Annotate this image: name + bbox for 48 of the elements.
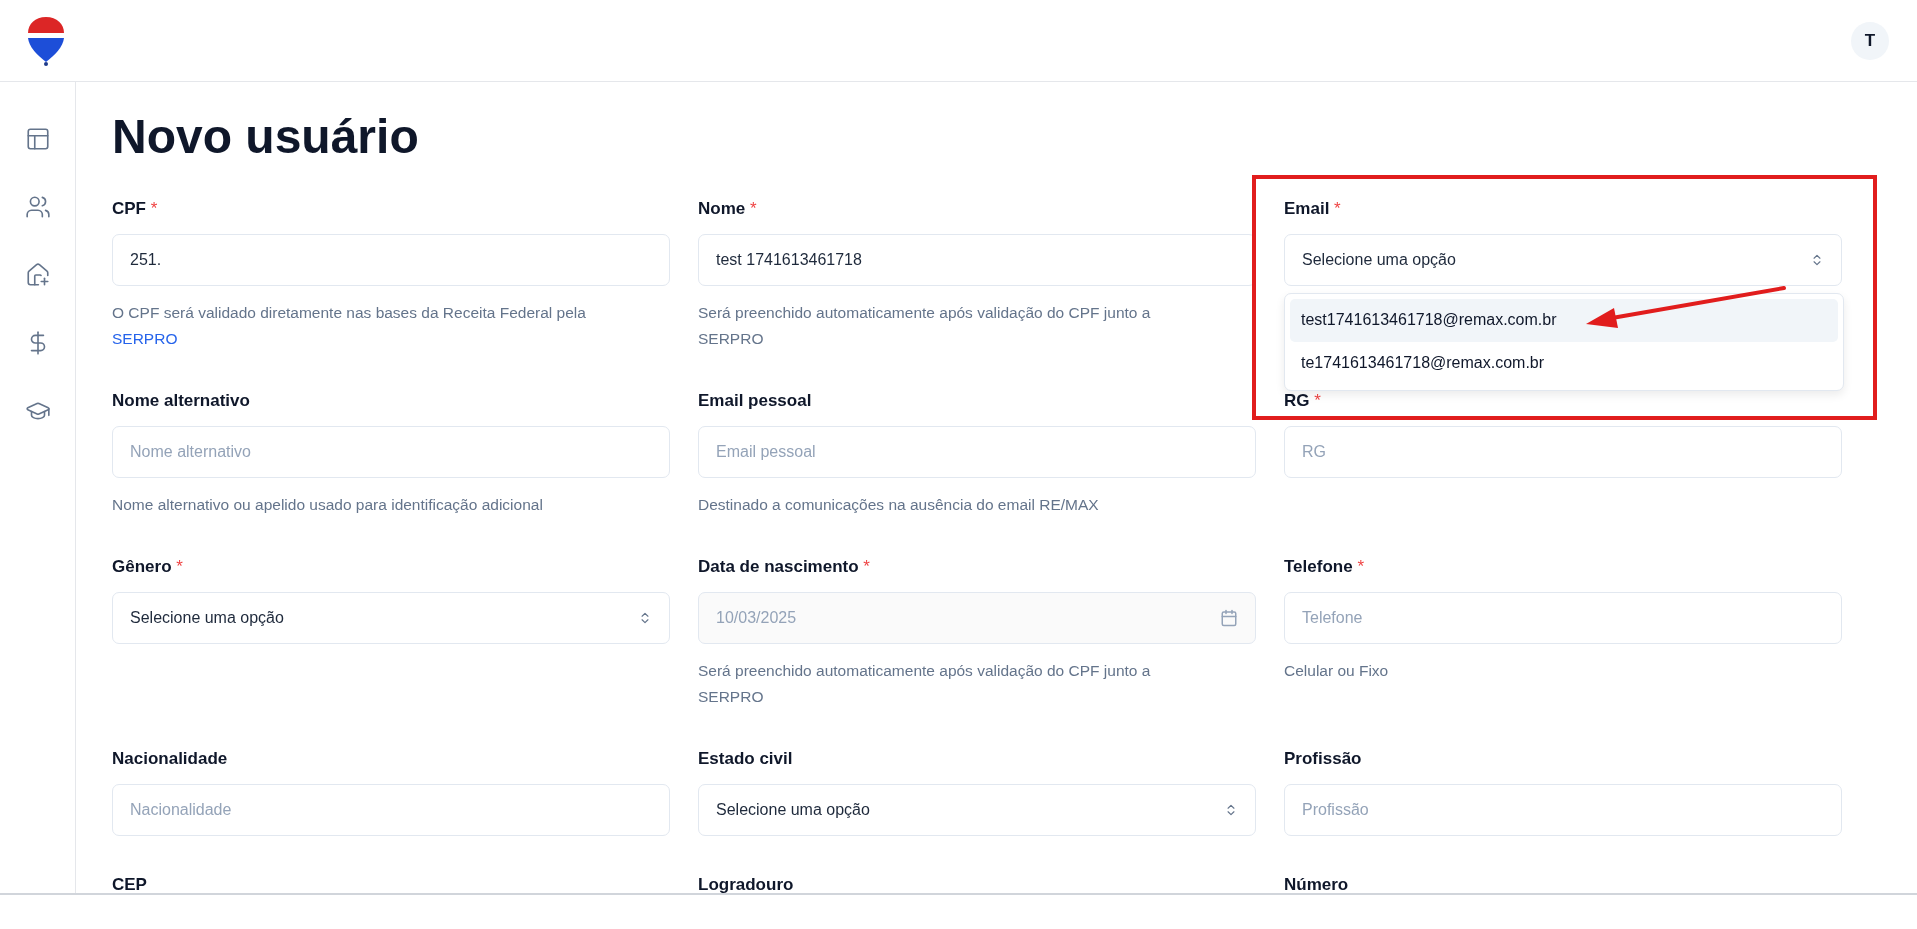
field-label: Nome * (698, 197, 757, 220)
field-label: Número (1284, 873, 1349, 893)
field-label: Nacionalidade (112, 747, 228, 770)
input-field[interactable]: Nome alternativo (112, 425, 670, 478)
help-text: Nome alternativo ou apelido usado para identificação adicional (112, 494, 544, 515)
field-label: Logradouro (698, 873, 794, 893)
field-label: Email pessoal (698, 389, 812, 412)
dropdown-option[interactable]: test1741613461718@remax.com.br (1290, 298, 1838, 342)
help-text: O CPF será validado diretamente nas bases da Receita Federal pela SERPRO (112, 302, 587, 349)
required-mark: * (1357, 556, 1364, 576)
field-label: RG * (1284, 389, 1321, 412)
required-mark: * (1314, 390, 1321, 410)
field-label: Profissão (1284, 747, 1362, 770)
required-mark: * (176, 556, 183, 576)
required-mark: * (1334, 198, 1341, 218)
select-field[interactable]: Selecione uma opção (1284, 233, 1842, 286)
help-text: Celular ou Fixo (1284, 660, 1390, 681)
page-title: Novo usuário (112, 109, 420, 165)
dropdown-option[interactable]: te1741613461718@remax.com.br (1290, 341, 1838, 385)
field-label: Gênero * (112, 555, 183, 578)
user-avatar[interactable]: T (1851, 21, 1889, 60)
select-field[interactable]: Selecione uma opção (698, 783, 1256, 836)
field-label: Data de nascimento * (698, 555, 870, 578)
help-text: Será preenchido automaticamente após validação do CPF junto a SERPRO (698, 302, 1152, 349)
field-label: Email * (1284, 197, 1341, 220)
layout-icon[interactable] (24, 126, 51, 152)
input-field[interactable]: Profissão (1284, 783, 1842, 836)
input-field[interactable]: Email pessoal (698, 425, 1256, 478)
field-label: Estado civil (698, 747, 793, 770)
field-label: Telefone * (1284, 555, 1364, 578)
field-label: CPF * (112, 197, 158, 220)
required-mark: * (749, 198, 757, 218)
input-field[interactable]: RG (1284, 425, 1842, 478)
input-field[interactable]: Telefone (1284, 591, 1842, 644)
input-field[interactable]: 251. (112, 233, 670, 286)
help-text: Será preenchido automaticamente após validação do CPF junto a SERPRO (698, 660, 1152, 707)
calendar-icon (1220, 608, 1238, 627)
balloon-logo[interactable] (26, 14, 66, 67)
field-label: Nome alternativo (112, 389, 250, 412)
field-label: CEP (112, 873, 147, 893)
users-icon[interactable] (24, 194, 51, 220)
input-field[interactable]: Nacionalidade (112, 783, 670, 836)
help-text: Destinado a comunicações na ausência do email RE/MAX (698, 494, 1100, 515)
serpro-link[interactable]: SERPRO (112, 329, 178, 347)
select-field[interactable]: Selecione uma opção (112, 591, 670, 644)
required-mark: * (863, 556, 870, 576)
house-plus-icon[interactable] (24, 262, 51, 288)
required-mark: * (150, 198, 158, 218)
